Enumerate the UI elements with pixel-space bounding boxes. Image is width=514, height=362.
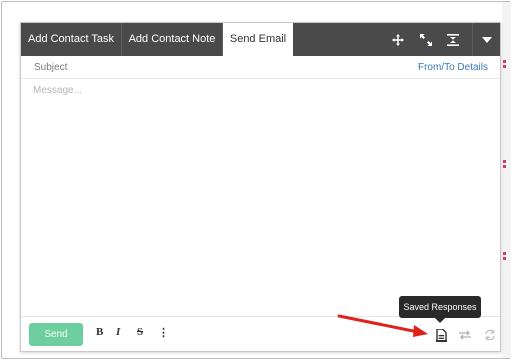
tooltip-arrow [435,318,445,323]
more-options-button[interactable]: ⋮ [158,326,169,339]
strikethrough-button[interactable]: S [137,326,143,338]
refresh-icon[interactable] [482,327,498,343]
background-mark [503,160,507,174]
tab-add-contact-task[interactable]: Add Contact Task [21,23,122,56]
tab-send-email[interactable]: Send Email [223,23,293,56]
subject-field[interactable]: Subject [34,62,67,73]
tab-add-contact-note[interactable]: Add Contact Note [122,23,223,56]
message-field[interactable]: Message... [33,85,483,285]
saved-responses-icon[interactable] [433,327,449,343]
expand-icon[interactable] [413,23,439,56]
background-mark [503,60,507,74]
collapse-icon[interactable] [440,23,466,56]
subject-row[interactable]: Subject From/To Details [21,56,500,79]
move-icon[interactable] [385,23,411,56]
compose-footer: Send B I S ⋮ [21,316,500,352]
saved-responses-tooltip: Saved Responses [399,296,481,318]
background-page-edge [502,2,511,358]
italic-button[interactable]: I [116,326,120,338]
background-mark [503,252,507,266]
dropdown-caret-icon[interactable] [472,23,501,56]
swap-icon[interactable] [457,327,473,343]
bold-button[interactable]: B [96,326,103,338]
from-to-details-link[interactable]: From/To Details [418,62,488,73]
send-button[interactable]: Send [29,323,83,346]
tab-bar: Add Contact Task Add Contact Note Send E… [21,23,500,56]
